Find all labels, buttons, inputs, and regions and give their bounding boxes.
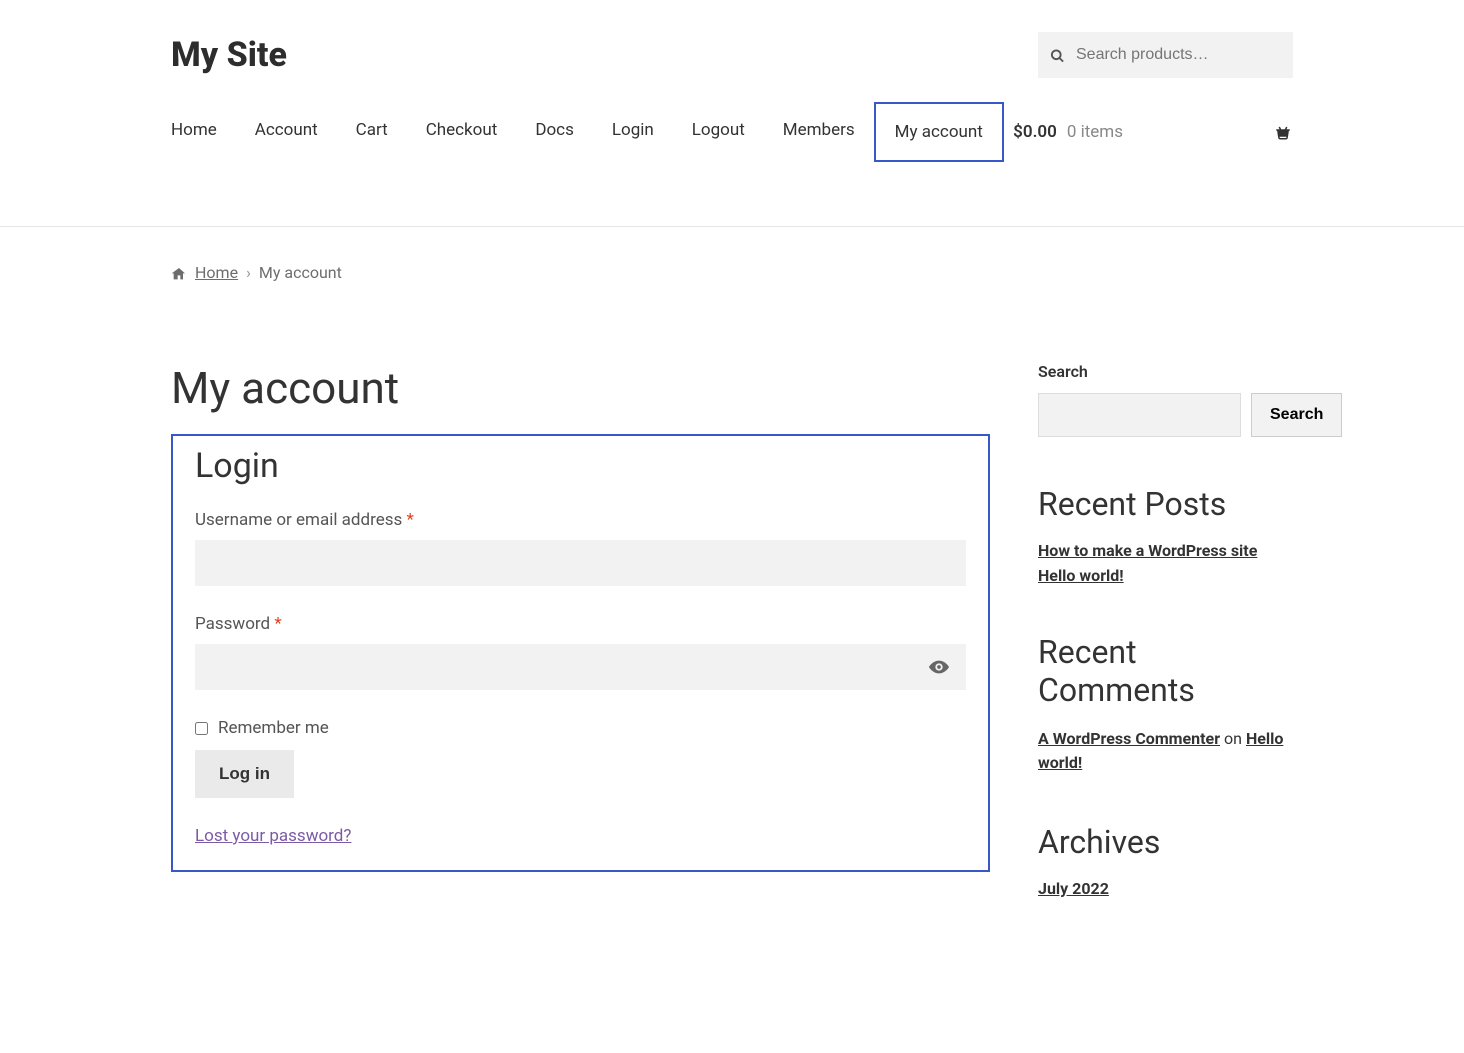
nav-checkout[interactable]: Checkout [407, 102, 517, 158]
login-button[interactable]: Log in [195, 750, 294, 798]
nav-account[interactable]: Account [236, 102, 337, 158]
password-input[interactable] [195, 644, 966, 690]
archives-title: Archives [1038, 823, 1293, 861]
nav-my-account[interactable]: My account [874, 102, 1004, 162]
comment-item: A WordPress Commenter on Hello world! [1038, 727, 1293, 775]
recent-comments-title: Recent Comments [1038, 633, 1293, 709]
nav-home[interactable]: Home [171, 102, 236, 158]
search-icon [1050, 46, 1065, 65]
nav-logout[interactable]: Logout [673, 102, 764, 158]
search-widget-label: Search [1038, 362, 1293, 381]
comment-author-link[interactable]: A WordPress Commenter [1038, 729, 1220, 748]
recent-posts-widget: Recent Posts How to make a WordPress sit… [1038, 485, 1293, 585]
cart-widget[interactable]: $0.00 0 items [1013, 122, 1293, 142]
username-label: Username or email address * [195, 510, 966, 530]
nav-login[interactable]: Login [593, 102, 673, 158]
product-search-input[interactable] [1038, 32, 1293, 78]
required-marker: * [406, 510, 413, 530]
breadcrumb-current: My account [259, 263, 342, 282]
archive-link[interactable]: July 2022 [1038, 879, 1109, 898]
sidebar-search-input[interactable] [1038, 393, 1241, 437]
basket-icon [1273, 122, 1293, 142]
username-input[interactable] [195, 540, 966, 586]
archives-widget: Archives July 2022 [1038, 823, 1293, 898]
list-item: July 2022 [1038, 879, 1293, 898]
nav-docs[interactable]: Docs [516, 102, 593, 158]
sidebar-search-button[interactable]: Search [1251, 393, 1342, 437]
recent-posts-title: Recent Posts [1038, 485, 1293, 523]
login-heading: Login [195, 446, 966, 486]
breadcrumb-home[interactable]: Home [195, 263, 238, 282]
password-label: Password * [195, 614, 966, 634]
list-item: Hello world! [1038, 566, 1293, 585]
product-search-box [1038, 32, 1293, 78]
primary-nav: Home Account Cart Checkout Docs Login Lo… [171, 102, 1004, 162]
page-title: My account [171, 362, 990, 414]
nav-members[interactable]: Members [764, 102, 874, 158]
search-widget: Search Search [1038, 362, 1293, 437]
breadcrumb: Home › My account [171, 263, 1293, 282]
recent-post-link[interactable]: Hello world! [1038, 566, 1124, 585]
chevron-right-icon: › [246, 263, 251, 282]
recent-post-link[interactable]: How to make a WordPress site [1038, 541, 1257, 560]
cart-amount: $0.00 [1013, 122, 1057, 142]
home-icon [171, 263, 187, 282]
login-form-box: Login Username or email address * Passwo… [171, 434, 990, 872]
nav-cart[interactable]: Cart [337, 102, 407, 158]
eye-icon[interactable] [928, 656, 950, 678]
required-marker: * [274, 614, 281, 634]
recent-comments-widget: Recent Comments A WordPress Commenter on… [1038, 633, 1293, 775]
remember-checkbox[interactable] [195, 722, 208, 735]
cart-items-count: 0 items [1067, 122, 1123, 142]
lost-password-link[interactable]: Lost your password? [195, 826, 351, 846]
site-title[interactable]: My Site [171, 35, 287, 75]
remember-label: Remember me [218, 718, 329, 738]
list-item: How to make a WordPress site [1038, 541, 1293, 560]
